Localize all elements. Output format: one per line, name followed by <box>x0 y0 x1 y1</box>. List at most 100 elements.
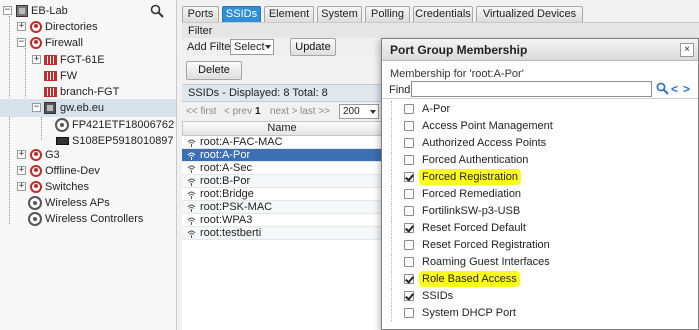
firewall-icon <box>44 87 57 97</box>
tree-guide-line <box>391 186 392 202</box>
table-row[interactable]: root:A-FAC-MAC <box>182 136 382 149</box>
row-name: root:A-FAC-MAC <box>200 136 283 148</box>
access-point-icon <box>55 118 69 132</box>
membership-checkbox[interactable] <box>404 308 414 318</box>
chevron-down-icon <box>370 110 376 114</box>
membership-label-highlighted: Role Based Access <box>419 271 520 287</box>
membership-caption: Membership for 'root:A-Por' <box>390 68 524 80</box>
tab-ports[interactable]: Ports <box>182 6 219 22</box>
tree-guide-line <box>391 237 392 253</box>
page-size-select[interactable]: 200 <box>339 104 379 119</box>
ssid-icon <box>187 217 196 225</box>
membership-checkbox-checked[interactable] <box>404 274 414 284</box>
membership-checkbox[interactable] <box>404 155 414 165</box>
expand-toggle-icon[interactable]: + <box>17 182 26 191</box>
search-icon[interactable] <box>150 4 164 18</box>
membership-checkbox[interactable] <box>404 189 414 199</box>
row-name: root:PSK-MAC <box>200 201 273 213</box>
ssid-icon <box>187 178 196 186</box>
membership-checkbox-checked[interactable] <box>404 223 414 233</box>
filter-select[interactable]: Select <box>230 39 274 55</box>
membership-label: Roaming Guest Interfaces <box>422 256 550 268</box>
membership-label: FortilinkSW-p3-USB <box>422 205 521 217</box>
table-row[interactable]: root:Bridge <box>182 188 382 201</box>
membership-checkbox[interactable] <box>404 104 414 114</box>
table-row[interactable]: root:A-Por <box>182 149 382 162</box>
membership-label: A-Por <box>422 103 451 115</box>
membership-label: Reset Forced Default <box>422 222 526 234</box>
folder-icon <box>16 5 28 17</box>
pager-next[interactable]: next > <box>270 104 298 120</box>
page-size-value: 200 <box>343 106 360 117</box>
tree-item-firewall[interactable]: − Firewall <box>0 34 176 52</box>
table-row[interactable]: root:testberti <box>182 227 382 240</box>
ssid-icon <box>187 191 196 199</box>
table-row[interactable]: root:B-Por <box>182 175 382 188</box>
device-tree: − EB-Lab + Directories − Firewall + FGT-… <box>0 0 177 330</box>
find-previous-icon[interactable]: < <box>671 83 678 95</box>
membership-label: Forced Remediation <box>422 188 522 200</box>
collapse-toggle-icon[interactable]: − <box>17 38 26 47</box>
update-button[interactable]: Update <box>290 38 336 56</box>
group-icon <box>30 165 42 177</box>
tree-guide-line <box>391 203 392 219</box>
tab-element[interactable]: Element <box>264 6 314 22</box>
column-header-name[interactable]: Name <box>182 121 382 136</box>
search-icon[interactable] <box>656 82 669 95</box>
ssid-icon <box>187 165 196 173</box>
tab-credentials[interactable]: Credentials <box>413 6 473 22</box>
tab-virtualized-devices[interactable]: Virtualized Devices <box>476 6 583 22</box>
group-icon <box>30 149 42 161</box>
membership-checkbox[interactable] <box>404 240 414 250</box>
find-next-icon[interactable]: > <box>683 83 690 95</box>
group-icon <box>30 181 42 193</box>
table-row[interactable]: root:A-Sec <box>182 162 382 175</box>
membership-checkbox[interactable] <box>404 138 414 148</box>
firewall-icon <box>44 55 57 65</box>
expand-toggle-icon[interactable]: + <box>32 55 41 64</box>
table-row[interactable]: root:WPA3 <box>182 214 382 227</box>
tree-guide-line <box>391 169 392 185</box>
find-input[interactable] <box>411 81 652 97</box>
pager-first[interactable]: << first <box>186 104 217 120</box>
row-name: root:A-Por <box>200 149 251 161</box>
tab-polling[interactable]: Polling <box>365 6 410 22</box>
tree-item-wireless-controllers[interactable]: Wireless Controllers <box>0 210 176 228</box>
row-name: root:B-Por <box>200 175 251 187</box>
tab-ssids[interactable]: SSIDs <box>222 6 261 22</box>
row-name: root:Bridge <box>200 188 254 200</box>
list-summary-bar: SSIDs - Displayed: 8 Total: 8 <box>182 84 382 102</box>
expand-toggle-icon[interactable]: + <box>17 150 26 159</box>
collapse-toggle-icon[interactable]: − <box>32 103 41 112</box>
table-row[interactable]: root:PSK-MAC <box>182 201 382 214</box>
group-icon <box>30 37 42 49</box>
row-name: root:A-Sec <box>200 162 252 174</box>
tree-guide-line <box>391 101 392 117</box>
membership-checkbox-checked[interactable] <box>404 172 414 182</box>
pager-page: 1 <box>255 106 261 117</box>
firewall-icon <box>44 71 57 81</box>
access-point-icon <box>28 196 42 210</box>
tree-guide-line <box>391 254 392 270</box>
row-name: root:WPA3 <box>200 214 253 226</box>
expand-toggle-icon[interactable]: + <box>17 166 26 175</box>
collapse-toggle-icon[interactable]: − <box>3 6 12 15</box>
gateway-icon <box>44 102 56 114</box>
membership-checkbox-checked[interactable] <box>404 291 414 301</box>
pager-last[interactable]: last >> <box>300 104 330 120</box>
tab-system[interactable]: System <box>317 6 362 22</box>
tree-item-label: gw.eb.eu <box>60 102 105 114</box>
tree-item-gw-eb-eu[interactable]: − gw.eb.eu <box>0 99 176 117</box>
group-icon <box>30 21 42 33</box>
membership-checkbox[interactable] <box>404 206 414 216</box>
delete-button[interactable]: Delete <box>186 61 242 80</box>
expand-toggle-icon[interactable]: + <box>17 22 26 31</box>
access-point-icon <box>28 212 42 226</box>
close-icon[interactable]: × <box>680 43 694 57</box>
dialog-titlebar[interactable]: Port Group Membership × <box>382 39 698 61</box>
membership-checkbox[interactable] <box>404 121 414 131</box>
tree-item-label: Wireless Controllers <box>45 213 144 225</box>
pager-prev[interactable]: < prev <box>224 104 252 120</box>
tree-guide-line <box>391 220 392 236</box>
membership-checkbox[interactable] <box>404 257 414 267</box>
